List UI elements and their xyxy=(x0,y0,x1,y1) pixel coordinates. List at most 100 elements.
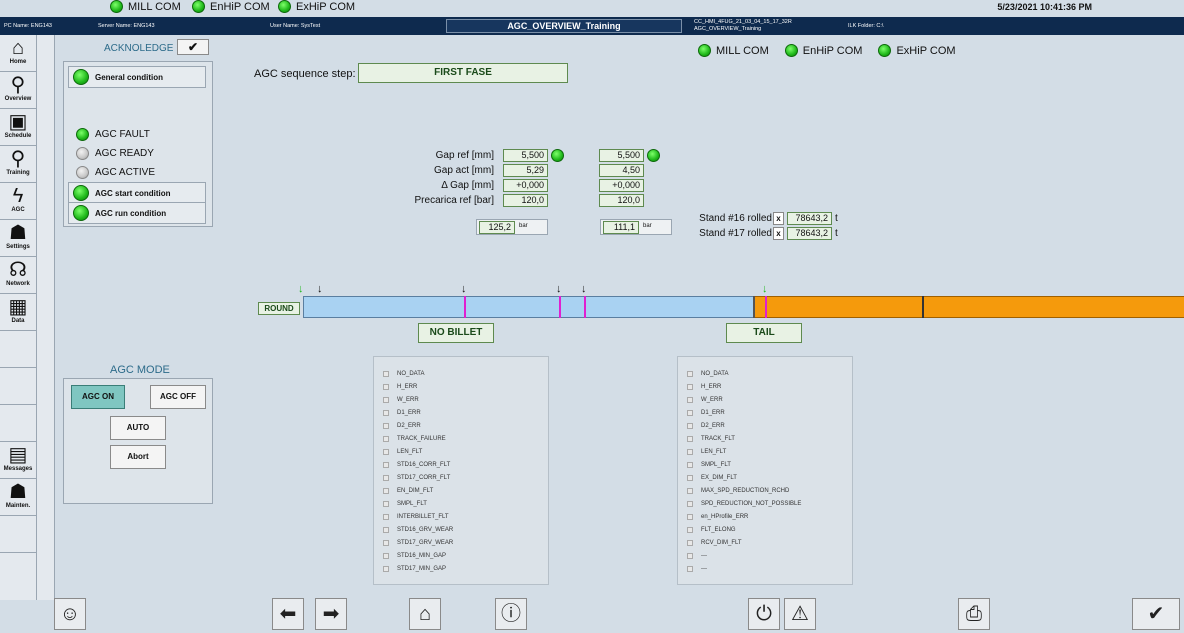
pressure-unit: bar xyxy=(519,223,528,229)
mill-com-status: MILL COM xyxy=(110,0,181,13)
error-item: W_ERR xyxy=(374,393,548,406)
nav-agc[interactable]: ϟ AGC xyxy=(0,183,36,220)
checkbox-icon xyxy=(687,409,693,416)
forward-button[interactable]: ➡ xyxy=(315,598,347,630)
error-item: LEN_FLT xyxy=(678,445,852,458)
error-item: SPD_REDUCTION_NOT_POSSIBLE xyxy=(678,497,852,510)
person-wrench-icon: ☗ xyxy=(9,222,27,244)
acknowledge-button[interactable]: ✔ xyxy=(177,39,209,55)
error-item: --- xyxy=(678,549,852,562)
agc-off-button[interactable]: AGC OFF xyxy=(150,385,206,409)
user-icon: ☺ xyxy=(59,603,81,625)
magnifier-icon: ⚲ xyxy=(10,148,26,170)
nav-network[interactable]: ☊ Network xyxy=(0,257,36,294)
down-arrow-icon: ↓ xyxy=(461,283,467,295)
back-button[interactable]: ⬅ xyxy=(272,598,304,630)
error-item: STD17_CORR_FLT xyxy=(374,471,548,484)
checkbox-icon xyxy=(687,513,693,520)
home-button[interactable]: ⌂ xyxy=(409,598,441,630)
checkbox-icon xyxy=(687,565,693,572)
user-button[interactable]: ☺ xyxy=(54,598,86,630)
down-arrow-green-icon: ↓ xyxy=(762,283,768,295)
warning-button[interactable]: ⚠ xyxy=(784,598,816,630)
error-item: TRACK_FAILURE xyxy=(374,432,548,445)
gap-ref-value-2: 5,500 xyxy=(599,149,644,162)
general-condition: General condition xyxy=(68,66,206,88)
checkbox-icon xyxy=(687,396,693,403)
gap-act-value-1: 5,29 xyxy=(503,164,548,177)
error-list-left: NO_DATA H_ERR W_ERR D1_ERR D2_ERR TRACK_… xyxy=(373,356,549,585)
stand16-unit: t xyxy=(835,213,838,224)
screen-id-1: CC_HMI_4FUG_21_03_04_15_17_32R xyxy=(694,19,792,25)
nav-home[interactable]: ⌂ Home xyxy=(0,35,36,72)
checkbox-icon xyxy=(383,474,389,481)
gap-ref-value-1: 5,500 xyxy=(503,149,548,162)
auto-button[interactable]: AUTO xyxy=(110,416,166,440)
check-icon: ✔ xyxy=(1147,603,1165,625)
nav-data[interactable]: ▦ Data xyxy=(0,294,36,331)
delta-gap-value-2: +0,000 xyxy=(599,179,644,192)
stand17-value: 78643,2 xyxy=(787,227,832,240)
nav-schedule[interactable]: ▣ Schedule xyxy=(0,109,36,146)
down-arrow-green-icon: ↓ xyxy=(298,283,304,295)
agc-on-button[interactable]: AGC ON xyxy=(71,385,125,409)
error-item: STD17_MIN_GAP xyxy=(374,562,548,575)
checkbox-icon xyxy=(383,565,389,572)
sensor-line xyxy=(584,296,586,318)
delta-gap-label: Δ Gap [mm] xyxy=(441,180,494,191)
agc-ready: AGC READY xyxy=(76,147,154,160)
led-icon xyxy=(76,166,89,179)
checkbox-icon xyxy=(687,474,693,481)
print-button[interactable]: ⎙ xyxy=(958,598,990,630)
pressure-unit: bar xyxy=(643,223,652,229)
server-name: Server Name: ENG143 xyxy=(98,23,155,29)
agc-start-condition: AGC start condition xyxy=(68,182,206,204)
error-item: --- xyxy=(678,562,852,575)
led-icon xyxy=(73,69,89,85)
error-item: LEN_FLT xyxy=(374,445,548,458)
nav-overview[interactable]: ⚲ Overview xyxy=(0,72,36,109)
screen-title: AGC_OVERVIEW_Training xyxy=(446,19,682,33)
led-icon xyxy=(551,149,564,162)
nav-settings[interactable]: ☗ Settings xyxy=(0,220,36,257)
nav-messages[interactable]: ▤ Messages xyxy=(0,442,36,479)
schedule-icon: ▣ xyxy=(8,111,28,133)
agc-mode-title: AGC MODE xyxy=(110,364,170,376)
error-item: D2_ERR xyxy=(678,419,852,432)
checkbox-icon xyxy=(383,448,389,455)
arrow-left-icon: ⬅ xyxy=(279,603,297,625)
checkbox-icon xyxy=(687,370,693,377)
pressure-value-2: 111,1 xyxy=(603,221,639,234)
top-status-bar: MILL COM EnHiP COM ExHiP COM 5/23/2021 1… xyxy=(0,0,1184,16)
nav-training[interactable]: ⚲ Training xyxy=(0,146,36,183)
info-button[interactable]: ⓘ xyxy=(495,598,527,630)
mill-com-indicator: MILL COM xyxy=(698,44,769,57)
track-tail-bar xyxy=(754,296,1184,318)
checkbox-icon xyxy=(383,552,389,559)
abort-button[interactable]: Abort xyxy=(110,445,166,469)
error-item: D1_ERR xyxy=(374,406,548,419)
agc-active: AGC ACTIVE xyxy=(76,166,155,179)
checkbox-icon xyxy=(687,500,693,507)
pressure-value-1: 125,2 xyxy=(479,221,515,234)
error-item: FLT_ELONG xyxy=(678,523,852,536)
sensor-line xyxy=(559,296,561,318)
checkbox-icon xyxy=(687,448,693,455)
enhip-com-indicator: EnHiP COM xyxy=(784,44,862,57)
led-icon xyxy=(73,185,89,201)
led-icon xyxy=(698,44,711,57)
checkbox-icon xyxy=(383,435,389,442)
power-button[interactable]: ⏻ xyxy=(748,598,780,630)
no-billet-tag: NO BILLET xyxy=(418,323,494,343)
printer-icon: ⎙ xyxy=(966,603,982,625)
nav-maintenance[interactable]: ☗ Mainten. xyxy=(0,479,36,516)
pc-name: PC Name: ENG143 xyxy=(4,23,52,29)
confirm-button[interactable]: ✔ xyxy=(1132,598,1180,630)
error-item: STD16_GRV_WEAR xyxy=(374,523,548,536)
error-item: W_ERR xyxy=(678,393,852,406)
track-divider xyxy=(922,296,924,318)
warning-icon: ⚠ xyxy=(791,603,809,625)
error-item: EX_DIM_FLT xyxy=(678,471,852,484)
error-item: D2_ERR xyxy=(374,419,548,432)
error-item: EN_DIM_FLT xyxy=(374,484,548,497)
